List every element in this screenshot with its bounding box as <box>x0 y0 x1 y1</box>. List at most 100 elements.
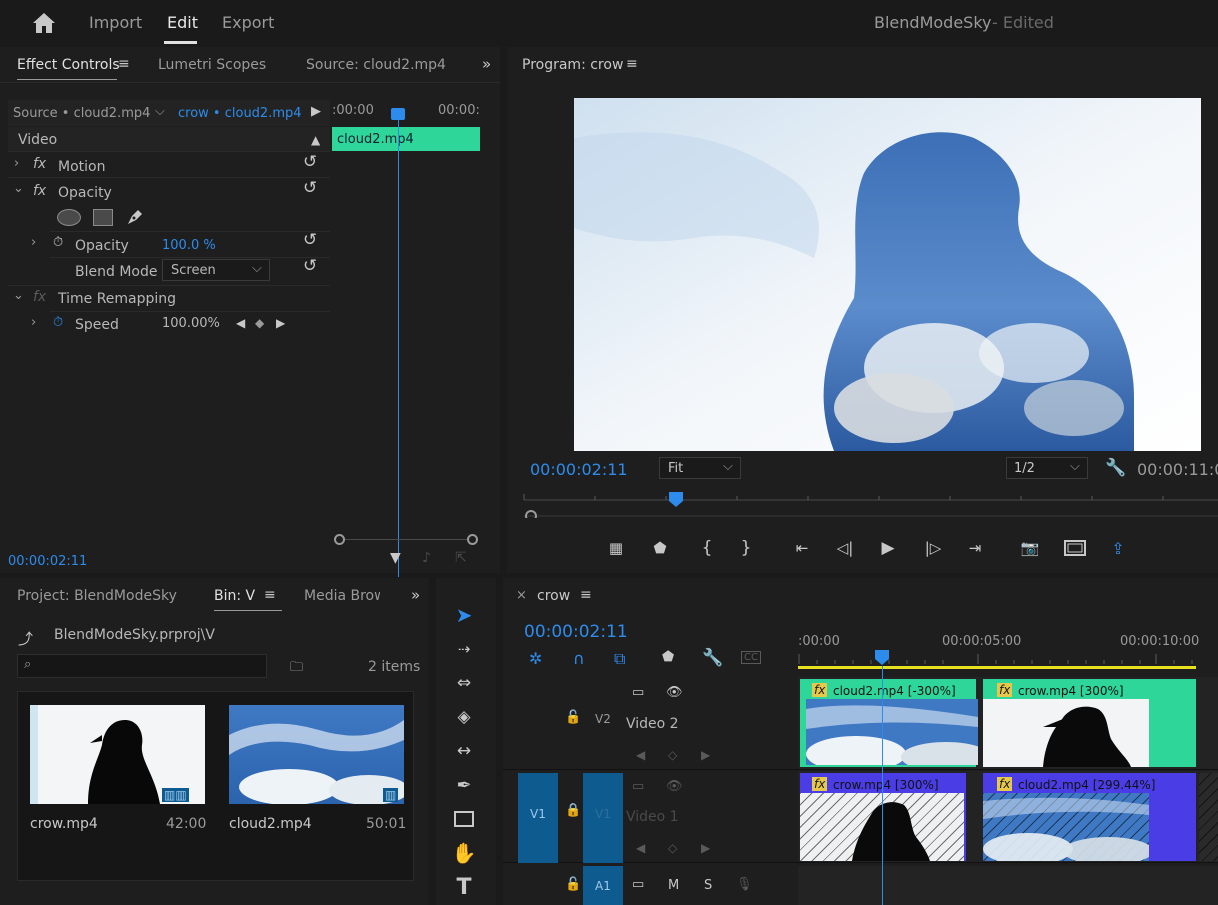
sequence-tab[interactable]: crow <box>537 588 570 604</box>
step-back-icon[interactable]: ◁| <box>834 538 856 558</box>
solo-button[interactable]: S <box>704 878 712 893</box>
reset-icon[interactable]: ↺ <box>303 152 317 172</box>
search-input[interactable] <box>44 658 259 674</box>
lock-icon[interactable]: 🔓 <box>565 710 581 725</box>
panel-menu-icon[interactable]: ≡ <box>626 56 638 72</box>
tab-edit[interactable]: Edit <box>167 13 198 32</box>
next-keyframe-icon[interactable]: ▶ <box>276 316 285 330</box>
stopwatch-active-icon[interactable]: ⏱ <box>53 315 63 330</box>
panel-menu-icon[interactable]: ≡ <box>118 56 130 72</box>
export-frame-camera-icon[interactable]: 📷 <box>1019 538 1041 558</box>
reset-icon[interactable]: ↺ <box>303 256 317 276</box>
rectangle-mask-icon[interactable] <box>93 209 113 226</box>
program-timecode[interactable]: 00:00:02:11 <box>530 460 628 479</box>
item-name[interactable]: crow.mp4 <box>30 816 98 832</box>
prev-keyframe-icon[interactable]: ◀ <box>636 748 645 762</box>
tab-project[interactable]: Project: BlendModeSky <box>17 588 177 604</box>
selection-tool-icon[interactable]: ➤ <box>450 602 478 628</box>
clip-v2-cloud[interactable]: fx cloud2.mp4 [-300%] <box>800 679 978 767</box>
timeline-ruler[interactable]: :00:00 00:00:05:00 00:00:10:00 <box>798 630 1218 670</box>
reset-icon[interactable]: ↺ <box>303 230 317 250</box>
comparison-view-icon[interactable] <box>1063 538 1087 558</box>
wrench-icon[interactable]: 🔧 <box>1105 458 1126 478</box>
home-icon[interactable] <box>30 10 58 36</box>
chevron-down-icon[interactable]: ⌵ <box>155 104 165 119</box>
add-marker-icon[interactable]: ⬟ <box>662 649 674 665</box>
wrench-icon[interactable]: 🔧 <box>702 648 723 668</box>
ripple-edit-tool-icon[interactable]: ⇔ <box>450 670 478 696</box>
go-to-out-icon[interactable]: ⇥ <box>964 538 986 558</box>
timeline-timecode[interactable]: 00:00:02:11 <box>524 622 628 642</box>
tab-export[interactable]: Export <box>222 13 274 32</box>
captions-icon[interactable]: CC <box>741 651 761 664</box>
program-scrubber[interactable] <box>522 488 1218 522</box>
prev-keyframe-icon[interactable]: ◀ <box>236 316 245 330</box>
next-keyframe-icon[interactable]: ▶ <box>701 748 710 762</box>
timeline-playhead-handle[interactable] <box>875 650 889 666</box>
ellipse-mask-icon[interactable] <box>57 209 81 226</box>
mark-in-icon[interactable]: { <box>697 538 717 558</box>
folder-up-icon[interactable]: ⤴ <box>18 628 33 649</box>
clip-v2-crow[interactable]: fx crow.mp4 [300%] <box>983 679 1196 767</box>
cloud-thumbnail[interactable] <box>229 705 404 804</box>
lock-icon[interactable]: 🔒 <box>565 803 581 818</box>
type-tool-icon[interactable]: T <box>450 874 478 900</box>
tab-lumetri-scopes[interactable]: Lumetri Scopes <box>158 57 266 73</box>
expand-chevron-icon[interactable]: › <box>14 156 19 171</box>
opacity-value[interactable]: 100.0 % <box>162 238 216 253</box>
razor-tool-icon[interactable]: ◈ <box>450 704 478 730</box>
eye-icon[interactable]: 👁 <box>666 685 683 700</box>
linked-selection-icon[interactable]: ⧉ <box>614 649 625 669</box>
ec-timecode[interactable]: 00:00:02:11 <box>8 554 87 569</box>
ec-playhead-handle[interactable] <box>391 108 405 120</box>
add-keyframe-icon[interactable]: ◆ <box>255 316 264 330</box>
collapse-chevron-icon[interactable]: ⌄ <box>13 181 24 196</box>
speed-value[interactable]: 100.00% <box>162 316 220 331</box>
slip-tool-icon[interactable]: ↔ <box>450 738 478 764</box>
tab-media-browser[interactable]: Media Brow <box>304 588 380 604</box>
mark-out-icon[interactable]: } <box>736 538 756 558</box>
play-triangle-icon[interactable]: ▶ <box>311 104 321 119</box>
snap-magnet-icon[interactable]: ∩ <box>573 649 585 668</box>
clip-v1-cloud[interactable]: fx cloud2.mp4 [299.44%] <box>983 773 1196 861</box>
eye-icon[interactable]: 👁 <box>666 779 683 794</box>
step-forward-icon[interactable]: |▷ <box>922 538 944 558</box>
stopwatch-icon[interactable]: ⏱ <box>53 235 63 250</box>
add-keyframe-icon[interactable]: ◇ <box>668 841 677 855</box>
tab-effect-controls[interactable]: Effect Controls <box>17 57 120 73</box>
overflow-chevron-icon[interactable]: » <box>411 586 420 604</box>
overflow-chevron-icon[interactable]: » <box>482 55 491 73</box>
track-select-tool-icon[interactable]: ⇢ <box>450 636 478 662</box>
opacity-group-row[interactable] <box>8 177 330 203</box>
nest-icon[interactable]: ✲ <box>529 649 542 668</box>
go-to-in-icon[interactable]: ⇤ <box>791 538 813 558</box>
program-video-frame[interactable] <box>574 98 1201 451</box>
add-keyframe-icon[interactable]: ◇ <box>668 748 677 762</box>
tab-bin[interactable]: Bin: V <box>214 588 255 604</box>
collapse-chevron-icon[interactable]: ⌄ <box>13 288 24 303</box>
ec-zoom-scrollbar[interactable] <box>334 534 478 545</box>
pen-mask-icon[interactable] <box>124 206 146 228</box>
reset-icon[interactable]: ↺ <box>303 178 317 198</box>
mute-button[interactable]: M <box>668 878 679 893</box>
tab-import[interactable]: Import <box>89 13 142 32</box>
expand-chevron-icon[interactable]: › <box>31 315 36 330</box>
collapse-up-icon[interactable]: ▲ <box>311 133 320 147</box>
sync-lock-icon[interactable]: ▭ <box>632 779 644 794</box>
sequence-clip-selector[interactable]: crow • cloud2.mp4 <box>178 106 302 121</box>
rectangle-tool-icon[interactable] <box>450 806 478 832</box>
pen-tool-icon[interactable]: ✒ <box>450 772 478 798</box>
lock-icon[interactable]: 🔓 <box>565 877 581 892</box>
share-export-icon[interactable]: ⇪ <box>1107 538 1129 558</box>
motion-row[interactable] <box>8 151 330 177</box>
filter-icon[interactable]: ▼ <box>390 550 401 566</box>
marker-icon[interactable]: ⬟ <box>650 538 670 558</box>
hand-tool-icon[interactable]: ✋ <box>450 840 478 866</box>
sync-lock-icon[interactable]: ▭ <box>632 877 644 892</box>
panel-menu-icon[interactable]: ≡ <box>580 587 592 603</box>
find-icon[interactable]: 🗀 <box>290 658 303 680</box>
track-target-v2[interactable]: V2 <box>595 712 611 726</box>
expand-chevron-icon[interactable]: › <box>31 235 36 250</box>
panel-menu-icon[interactable]: ≡ <box>264 587 276 603</box>
track-lane-a1[interactable] <box>798 866 1218 905</box>
